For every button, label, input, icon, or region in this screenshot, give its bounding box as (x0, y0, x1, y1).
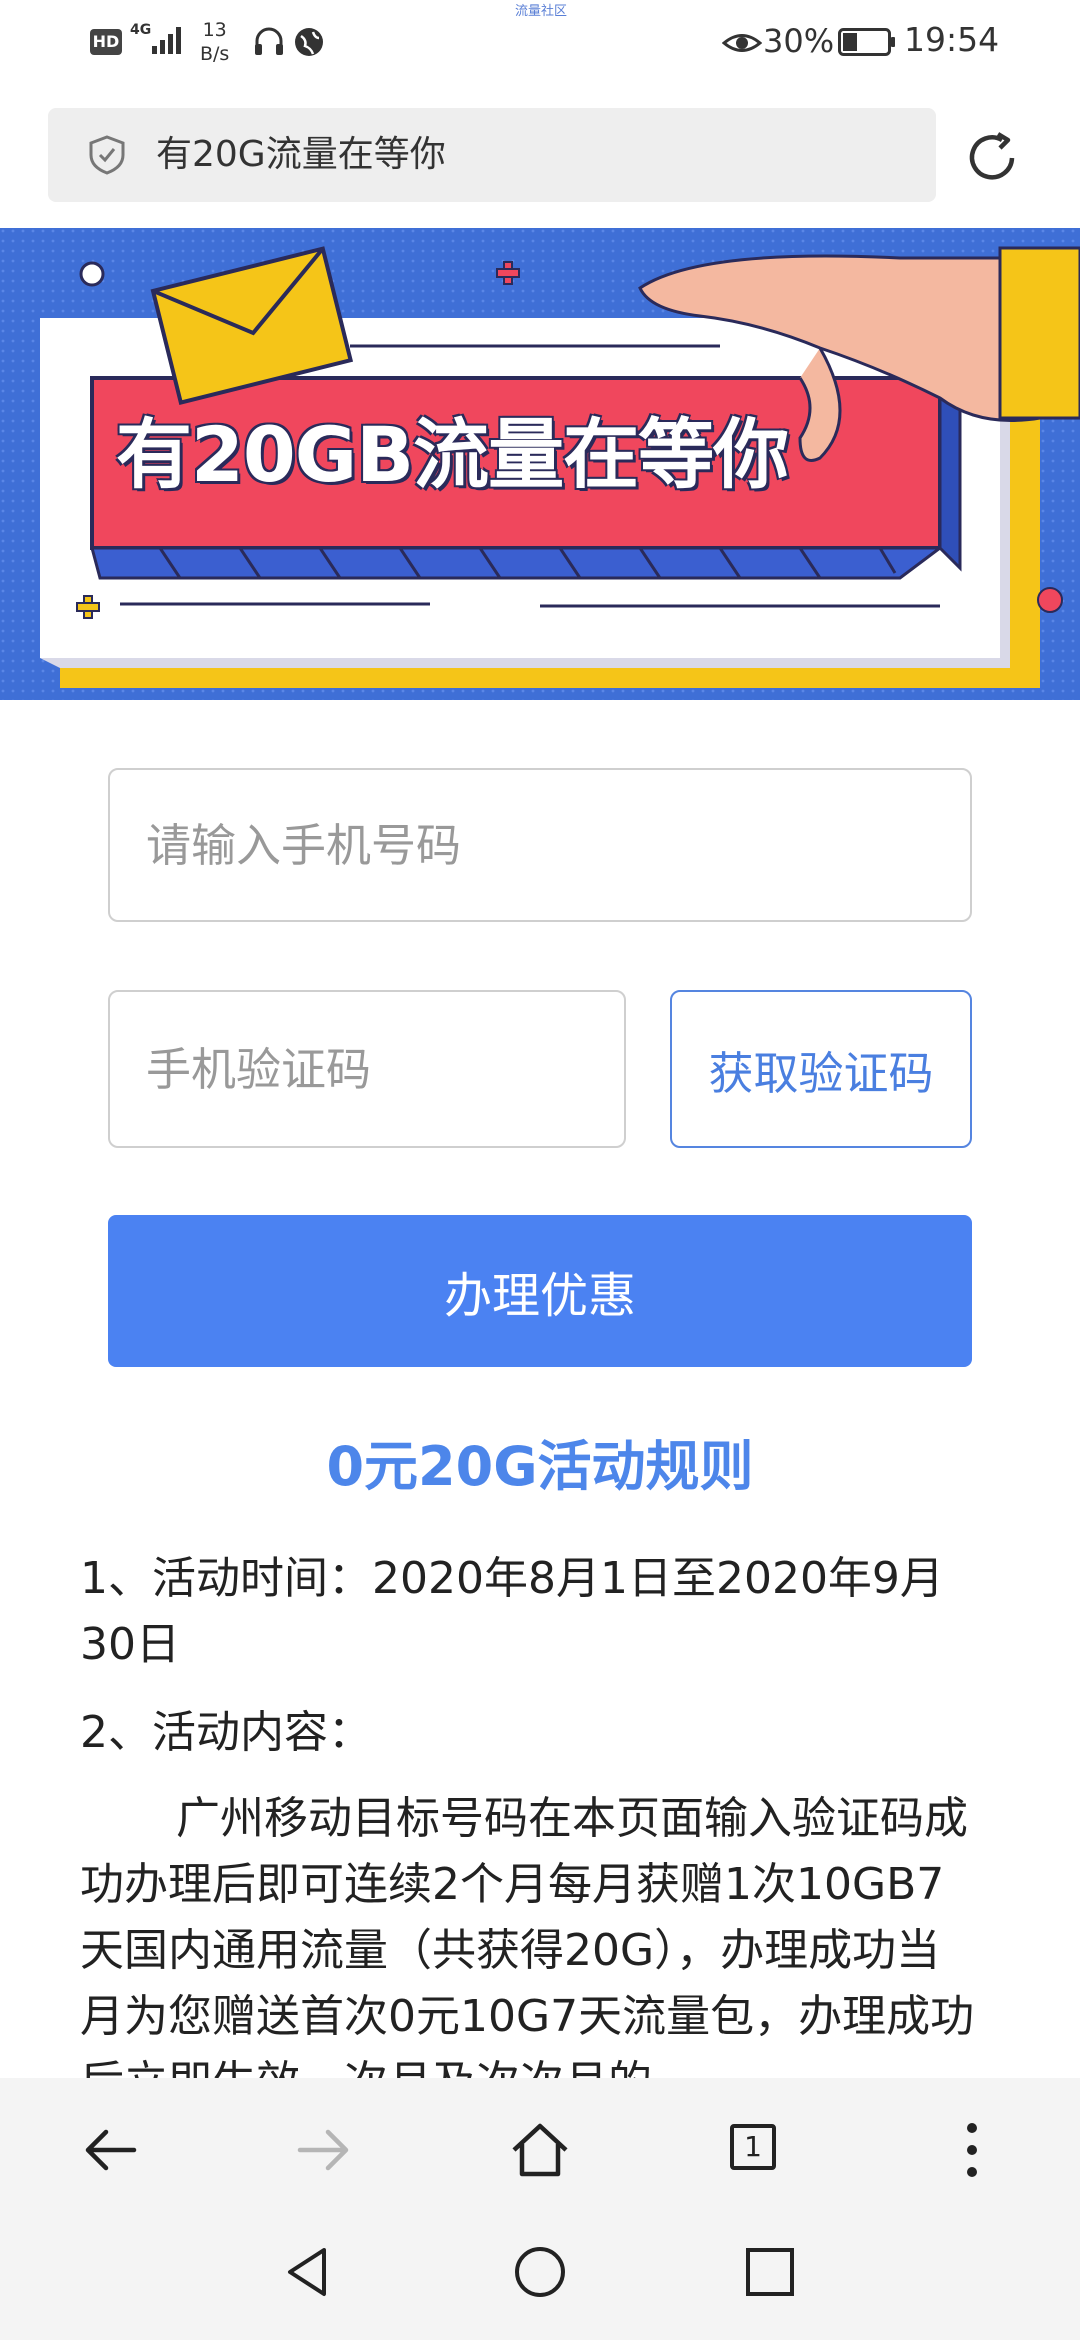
network-type: 4G (130, 22, 152, 38)
home-icon[interactable] (508, 2118, 572, 2182)
globe-icon (295, 28, 323, 56)
system-navigation-bar (0, 2214, 1080, 2340)
submit-offer-button[interactable]: 办理优惠 (108, 1215, 972, 1367)
tabs-button[interactable]: 1 (724, 2118, 788, 2182)
battery-icon (838, 28, 895, 56)
page-title: 有20G流量在等你 (156, 134, 446, 175)
rule-item-content-body: 广州移动目标号码在本页面输入验证码成功办理后即可连续2个月每月获赠1次10GB7… (80, 1793, 975, 2108)
watermark-text: 流量社区 (515, 4, 568, 19)
system-back-icon[interactable] (280, 2244, 336, 2300)
forward-icon[interactable] (292, 2118, 356, 2182)
rules-title: 0元20G活动规则 (326, 1435, 754, 1498)
reload-icon[interactable] (964, 128, 1024, 188)
eye-comfort-icon (722, 34, 762, 52)
get-code-button[interactable]: 获取验证码 (670, 990, 972, 1148)
rule-item-content-heading: 2、活动内容： (80, 1707, 372, 1758)
tab-count: 1 (744, 2130, 762, 2163)
browser-toolbar: 1 (0, 2078, 1080, 2214)
rule-item-time: 1、活动时间：2020年8月1日至2020年9月30日 (80, 1553, 944, 1670)
status-bar: 流量社区 HD 4G 13 B/s 30% 19:54 (0, 0, 1080, 90)
phone-number-input[interactable]: 请输入手机号码 (108, 768, 972, 922)
clock: 19:54 (904, 20, 1000, 59)
system-recents-icon[interactable] (742, 2244, 798, 2300)
back-icon[interactable] (78, 2118, 142, 2182)
banner-headline: 有20GB流量在等你 (116, 410, 789, 499)
address-bar[interactable]: 有20G流量在等你 (48, 108, 936, 202)
battery-percent: 30% (763, 22, 835, 60)
system-home-icon[interactable] (512, 2244, 568, 2300)
more-icon[interactable] (940, 2118, 1004, 2182)
shield-icon (89, 135, 125, 175)
hd-icon: HD (90, 29, 122, 55)
signal-icon (152, 27, 181, 54)
promo-banner: 有20GB流量在等你 (0, 228, 1080, 700)
verification-code-input[interactable]: 手机验证码 (108, 990, 626, 1148)
headset-icon (255, 27, 283, 55)
network-speed: 13 B/s (200, 19, 230, 65)
